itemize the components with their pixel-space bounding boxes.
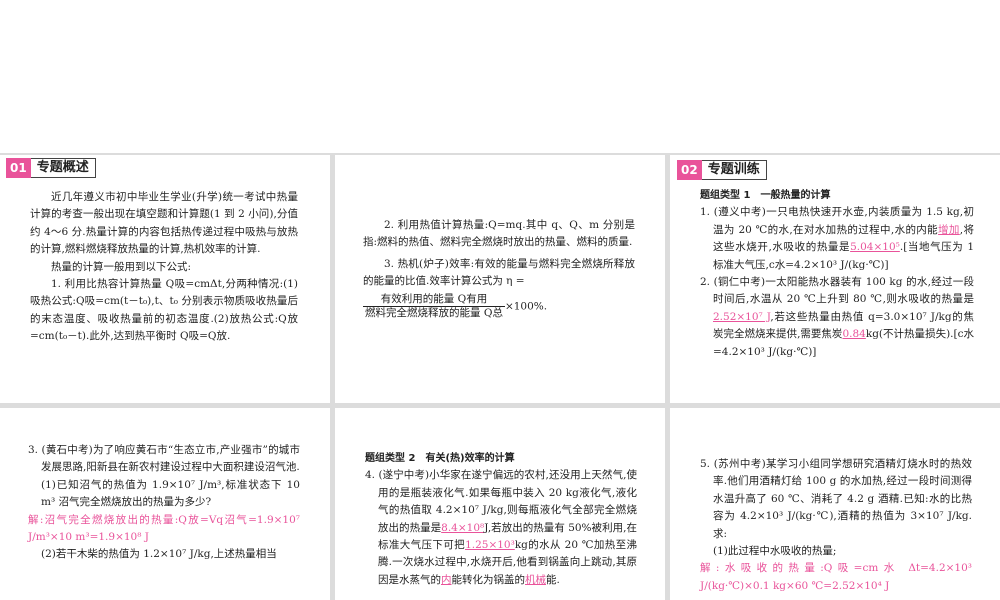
overview-text: 近几年遵义市初中毕业生学业(升学)统一考试中热量计算的考查一般出现在填空题和计算… <box>30 189 298 346</box>
question-3-part-1: (1)已知沼气的热值为 1.9×10⁷ J/m³,标准状态下 10 m³ 沼气完… <box>41 478 300 509</box>
question-4-text: 题组类型 2 有关(热)效率的计算 4. (遂宁中考)小华家在遂宁偏远的农村,还… <box>365 450 637 589</box>
question-1: 1. (遵义中考)一只电热快速开水壶,内装质量为 1.5 kg,初温为 20 ℃… <box>700 204 974 274</box>
fraction-numerator: 有效利用的能量 Q有用 <box>363 293 505 307</box>
question-3-text: 3. (黄石中考)为了响应黄石市“生态立市,产业强市”的城市发展思路,阳新县在新… <box>28 442 300 564</box>
answer-blank: 8.4×10⁸ <box>441 521 485 534</box>
efficiency-fraction: 有效利用的能量 Q有用 燃料完全燃烧释放的能量 Q总 <box>363 293 505 320</box>
section-title: 专题训练 <box>701 160 767 180</box>
top-blank-area <box>0 0 1000 153</box>
answer-blank: 2.52×10⁷ J <box>713 310 771 323</box>
slide-panel-overview: 01 专题概述 近几年遵义市初中毕业生学业(升学)统一考试中热量计算的考查一般出… <box>0 155 330 403</box>
question-4: 4. (遂宁中考)小华家在遂宁偏远的农村,还没用上天然气,使用的是瓶装液化气.如… <box>365 467 637 589</box>
question-4-text-d: 能转化为锅盖的 <box>451 573 526 586</box>
question-3-solution: 解:沼气完全燃烧放出的热量:Q放=Vq沼气=1.9×10⁷ J/m³×10 m³… <box>28 513 300 544</box>
slide-panel-formulas: 2. 利用热值计算热量:Q=mq.其中 q、Q、m 分别是指:燃料的热值、燃料完… <box>335 155 665 403</box>
question-4-text-e: 能. <box>546 573 560 586</box>
formula-item-3-text: 3. 热机(炉子)效率:有效的能量与燃料完全燃烧所释放的能量的比值.效率计算公式… <box>363 257 635 288</box>
section-header-overview: 01 专题概述 <box>6 158 96 178</box>
answer-blank: 1.25×10³ <box>465 539 515 552</box>
section-number: 01 <box>6 158 31 178</box>
answer-blank: 5.04×10⁵ <box>850 241 900 254</box>
answer-blank: 机械 <box>525 573 546 586</box>
formula-item-3: 3. 热机(炉子)效率:有效的能量与燃料完全燃烧所释放的能量的比值.效率计算公式… <box>363 256 635 291</box>
answer-blank: 0.84 <box>842 328 866 341</box>
section-number: 02 <box>677 160 702 180</box>
section-title: 专题概述 <box>30 158 96 178</box>
question-5-text: 5. (苏州中考)某学习小组同学想研究酒精灯烧水时的热效率.他们用酒精灯给 10… <box>700 456 972 595</box>
slide-panel-training-1: 02 专题训练 题组类型 1 一般热量的计算 1. (遵义中考)一只电热快速开水… <box>670 155 1000 403</box>
formulas-intro: 热量的计算一般用到以下公式: <box>51 260 192 273</box>
fraction-tail: ×100%. <box>504 300 548 313</box>
question-5-part-1: (1)此过程中水吸收的热量; <box>713 545 837 558</box>
efficiency-formula: 有效利用的能量 Q有用 燃料完全燃烧释放的能量 Q总 ×100%. <box>363 293 635 320</box>
formulas-text: 2. 利用热值计算热量:Q=mq.其中 q、Q、m 分别是指:燃料的热值、燃料完… <box>363 217 635 320</box>
question-2: 2. (铜仁中考)一太阳能热水器装有 100 kg 的水,经过一段时间后,水温从… <box>700 274 974 361</box>
question-2-text-a: 2. (铜仁中考)一太阳能热水器装有 100 kg 的水,经过一段时间后,水温从… <box>700 276 974 306</box>
question-3: 3. (黄石中考)为了响应黄石市“生态立市,产业强市”的城市发展思路,阳新县在新… <box>28 444 300 474</box>
slide-panel-question-3: 3. (黄石中考)为了响应黄石市“生态立市,产业强市”的城市发展思路,阳新县在新… <box>0 408 330 600</box>
slide-panel-question-5: 5. (苏州中考)某学习小组同学想研究酒精灯烧水时的热效率.他们用酒精灯给 10… <box>670 408 1000 600</box>
question-1-text-a: 1. (遵义中考)一只电热快速开水壶,内装质量为 1.5 kg,初温为 20 ℃… <box>700 206 974 236</box>
intro-paragraph: 近几年遵义市初中毕业生学业(升学)统一考试中热量计算的考查一般出现在填空题和计算… <box>30 191 298 256</box>
slide-panel-question-4: 题组类型 2 有关(热)效率的计算 4. (遂宁中考)小华家在遂宁偏远的农村,还… <box>335 408 665 600</box>
formula-item-1: 1. 利用比热容计算热量 Q吸=cmΔt,分两种情况:(1)吸热公式:Q吸=cm… <box>30 278 298 343</box>
question-5-solution: 解:水吸收的热量:Q吸=cm水 Δt=4.2×10³ J/(kg·℃)×0.1 … <box>700 562 972 592</box>
question-3-part-2: (2)若干木柴的热值为 1.2×10⁷ J/kg,上述热量相当 <box>41 548 277 561</box>
group-title-2: 题组类型 2 有关(热)效率的计算 <box>365 453 515 464</box>
group-title-1: 题组类型 1 一般热量的计算 <box>700 190 831 201</box>
formula-item-2: 2. 利用热值计算热量:Q=mq.其中 q、Q、m 分别是指:燃料的热值、燃料完… <box>363 219 635 249</box>
fraction-denominator: 燃料完全燃烧释放的能量 Q总 <box>365 306 503 319</box>
answer-blank: 增加 <box>938 223 960 236</box>
answer-blank: 内 <box>441 573 452 586</box>
question-5: 5. (苏州中考)某学习小组同学想研究酒精灯烧水时的热效率.他们用酒精灯给 10… <box>700 458 972 540</box>
section-header-training: 02 专题训练 <box>677 160 767 180</box>
training-text-1: 题组类型 1 一般热量的计算 1. (遵义中考)一只电热快速开水壶,内装质量为 … <box>700 187 974 361</box>
